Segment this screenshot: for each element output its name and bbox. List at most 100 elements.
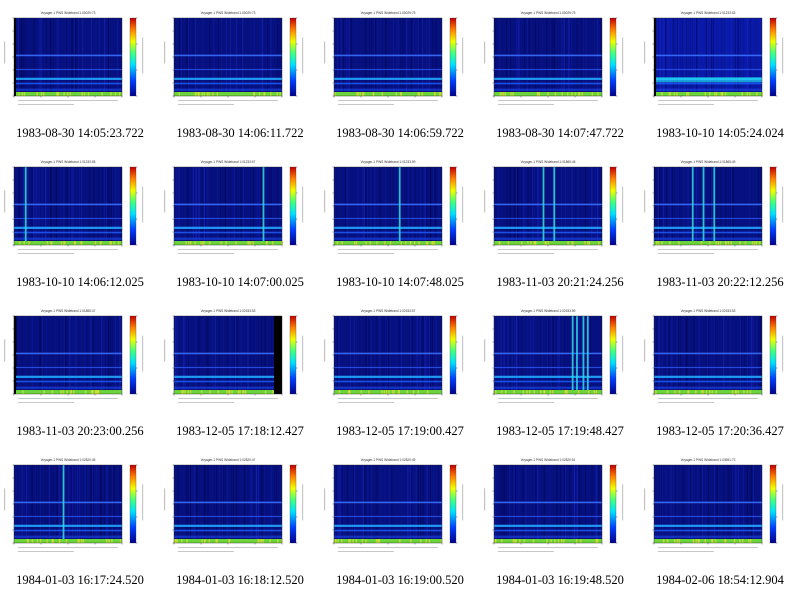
spectrogram-thumbnail: Voyager-1 PWS Wideband 1:02820:49 — [324, 458, 464, 552]
burst-streak — [586, 316, 589, 394]
low-frequency-strip — [654, 539, 762, 543]
emission-band — [14, 68, 122, 71]
spectrogram-panel[interactable]: Voyager-1 PWS Wideband 1:02153:53 1983-12… — [640, 298, 800, 447]
colorbar — [129, 315, 137, 395]
emission-band — [654, 375, 762, 378]
emission-band — [654, 231, 762, 234]
emission-band — [494, 386, 602, 389]
emission-band — [334, 366, 442, 369]
burst-streak — [691, 167, 694, 245]
emission-band — [494, 54, 602, 57]
emission-band — [494, 515, 602, 518]
spectrogram-panel[interactable]: Voyager-1 PWS Wideband 1:00029:73 1983-08… — [160, 0, 320, 149]
emission-band — [174, 54, 282, 57]
emission-band — [14, 82, 122, 85]
panel-title: Voyager-1 PWS Wideband 1:01865:47 — [41, 309, 96, 313]
emission-band — [494, 68, 602, 71]
panel-timestamp: 1983-11-03 20:23:00.256 — [16, 424, 144, 438]
emission-band — [334, 375, 442, 378]
emission-band — [334, 352, 442, 355]
spectrogram-panel[interactable]: Voyager-1 PWS Wideband 1:01865:45 1983-11… — [480, 149, 640, 298]
spectrogram-thumbnail: Voyager-1 PWS Wideband 1:03651:73 — [644, 458, 784, 552]
spectrogram-panel[interactable]: Voyager-1 PWS Wideband 1:01233:55 1983-10… — [0, 149, 160, 298]
emission-band — [14, 88, 122, 91]
panel-title: Voyager-1 PWS Wideband 1:02820:45 — [41, 458, 96, 462]
low-frequency-strip — [174, 92, 282, 96]
panel-timestamp: 1983-08-30 14:06:11.722 — [176, 126, 304, 140]
emission-band — [334, 386, 442, 389]
spectrogram-thumbnail: Voyager-1 PWS Wideband 1:01233:55 — [4, 160, 144, 254]
spectrogram-thumbnail: Voyager-1 PWS Wideband 1:02153:53 — [164, 309, 304, 403]
emission-band — [174, 386, 282, 389]
spectrogram-panel[interactable]: Voyager-1 PWS Wideband 1:02153:53 1983-12… — [160, 298, 320, 447]
panel-timestamp: 1983-11-03 20:22:12.256 — [656, 275, 784, 289]
spectrogram-thumbnail: Voyager-1 PWS Wideband 1:01865:47 — [4, 309, 144, 403]
emission-band — [334, 82, 442, 85]
emission-band — [174, 380, 282, 383]
emission-band — [654, 352, 762, 355]
emission-band — [494, 501, 602, 504]
spectrogram-panel[interactable]: Voyager-1 PWS Wideband 1:02820:45 1984-01… — [0, 447, 160, 596]
emission-band — [654, 203, 762, 206]
burst-streak — [62, 465, 65, 543]
emission-band — [334, 203, 442, 206]
low-frequency-strip — [174, 539, 282, 543]
panel-timestamp: 1983-10-10 14:06:12.025 — [16, 275, 144, 289]
spectrogram-thumbnail: Voyager-1 PWS Wideband 1:01865:45 — [484, 160, 624, 254]
emission-band — [174, 217, 282, 220]
panel-timestamp: 1984-01-03 16:18:12.520 — [176, 573, 304, 587]
spectrogram-panel[interactable]: Voyager-1 PWS Wideband 1:00029:73 1983-08… — [0, 0, 160, 149]
panel-timestamp: 1983-12-05 17:20:36.427 — [656, 424, 784, 438]
spectrogram-panel[interactable]: Voyager-1 PWS Wideband 1:01233:53 1983-10… — [640, 0, 800, 149]
emission-band — [654, 88, 762, 91]
burst-streak — [713, 167, 716, 245]
spectrogram-panel[interactable]: Voyager-1 PWS Wideband 1:02820:47 1984-01… — [160, 447, 320, 596]
spectrogram-panel[interactable]: Voyager-1 PWS Wideband 1:02153:57 1983-12… — [320, 298, 480, 447]
spectrogram-panel[interactable]: Voyager-1 PWS Wideband 1:03651:73 1984-02… — [640, 447, 800, 596]
emission-band — [494, 203, 602, 206]
emission-band — [174, 88, 282, 91]
emission-band — [174, 524, 282, 527]
emission-band — [654, 217, 762, 220]
spectrogram-panel[interactable]: Voyager-1 PWS Wideband 1:01865:47 1983-11… — [0, 298, 160, 447]
spectrogram-panel[interactable]: Voyager-1 PWS Wideband 1:02820:51 1984-01… — [480, 447, 640, 596]
emission-band — [494, 535, 602, 538]
emission-band — [654, 535, 762, 538]
panel-timestamp: 1983-08-30 14:05:23.722 — [16, 126, 144, 140]
panel-title: Voyager-1 PWS Wideband 1:02153:53 — [201, 309, 256, 313]
emission-band — [494, 529, 602, 532]
panel-timestamp: 1983-08-30 14:06:59.722 — [336, 126, 464, 140]
spectrogram-panel[interactable]: Voyager-1 PWS Wideband 1:01233:59 1983-10… — [320, 149, 480, 298]
panel-title: Voyager-1 PWS Wideband 1:01233:53 — [681, 11, 736, 15]
emission-band — [654, 386, 762, 389]
emission-band — [174, 501, 282, 504]
spectrogram-panel[interactable]: Voyager-1 PWS Wideband 1:01865:49 1983-11… — [640, 149, 800, 298]
spectrogram-panel[interactable]: Voyager-1 PWS Wideband 1:00029:75 1983-08… — [480, 0, 640, 149]
emission-band — [174, 68, 282, 71]
emission-band — [334, 515, 442, 518]
emission-band — [334, 77, 442, 80]
panel-timestamp: 1983-12-05 17:19:48.427 — [496, 424, 624, 438]
panel-timestamp: 1983-10-10 14:07:00.025 — [176, 275, 304, 289]
emission-band — [654, 515, 762, 518]
emission-band — [334, 68, 442, 71]
emission-band — [14, 231, 122, 234]
spectrogram-thumbnail: Voyager-1 PWS Wideband 1:00029:73 — [4, 11, 144, 105]
spectrogram-panel[interactable]: Voyager-1 PWS Wideband 1:01233:57 1983-10… — [160, 149, 320, 298]
spectrogram-panel[interactable]: Voyager-1 PWS Wideband 1:00029:75 1983-08… — [320, 0, 480, 149]
spectrogram-panel[interactable]: Voyager-1 PWS Wideband 1:02820:49 1984-01… — [320, 447, 480, 596]
low-frequency-strip — [334, 241, 442, 245]
colorbar — [769, 166, 777, 246]
emission-band — [334, 217, 442, 220]
low-frequency-strip — [14, 241, 122, 245]
emission-band — [14, 380, 122, 383]
panel-title: Voyager-1 PWS Wideband 1:01233:59 — [361, 160, 416, 164]
spectrogram-panel[interactable]: Voyager-1 PWS Wideband 1:02153:59 1983-12… — [480, 298, 640, 447]
low-frequency-strip — [654, 390, 762, 394]
emission-band — [334, 88, 442, 91]
panel-timestamp: 1983-10-10 14:05:24.024 — [656, 126, 784, 140]
low-frequency-strip — [14, 390, 122, 394]
emission-band — [654, 380, 762, 383]
emission-band — [14, 237, 122, 240]
emission-band — [14, 375, 122, 378]
